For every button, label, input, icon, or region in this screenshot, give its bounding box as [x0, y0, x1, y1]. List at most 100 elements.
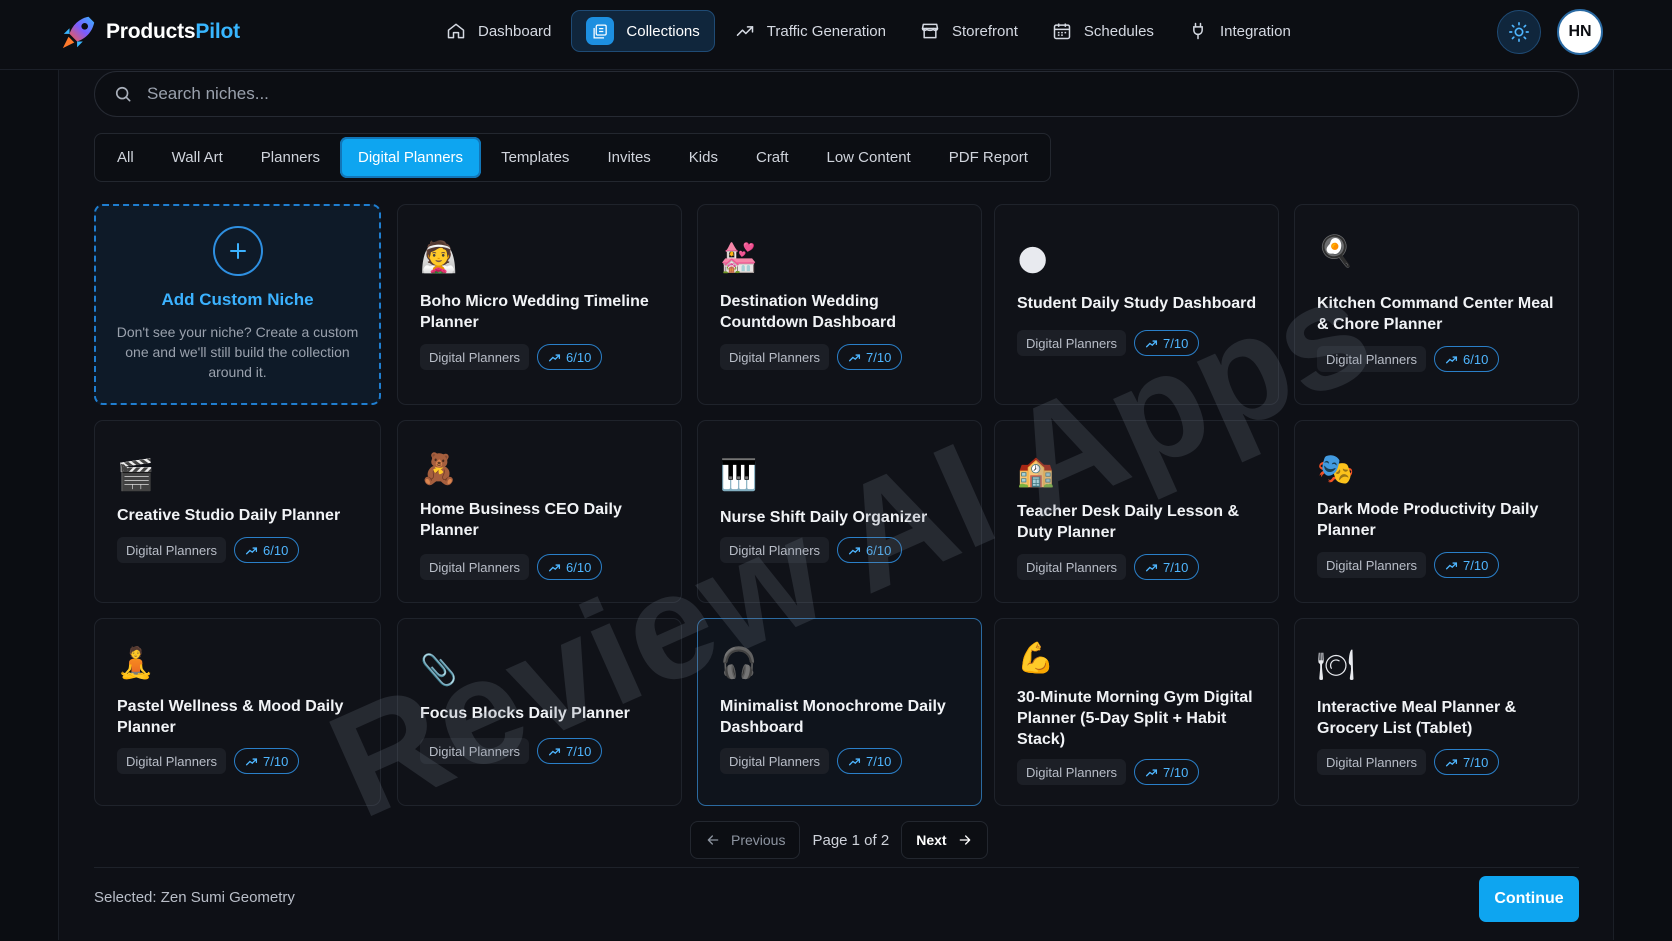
filter-wall-art[interactable]: Wall Art: [154, 137, 241, 178]
trend-up-icon: [849, 757, 861, 765]
niche-category-tag: Digital Planners: [1017, 554, 1127, 580]
niche-card[interactable]: 📎 Focus Blocks Daily Planner Digital Pla…: [397, 618, 682, 806]
niche-card[interactable]: 💪 30-Minute Morning Gym Digital Planner …: [994, 618, 1279, 806]
niche-category-tag: Digital Planners: [117, 537, 227, 563]
next-label: Next: [916, 832, 947, 848]
niche-card[interactable]: 🎬 Creative Studio Daily Planner Digital …: [94, 420, 381, 603]
niche-title: Pastel Wellness & Mood Daily Planner: [117, 698, 344, 736]
niche-card[interactable]: 👰 Boho Micro Wedding Timeline Planner Di…: [397, 204, 682, 405]
niche-card[interactable]: 🏫 Teacher Desk Daily Lesson & Duty Plann…: [994, 420, 1279, 603]
search-icon: [115, 86, 131, 102]
brand[interactable]: ProductsPilot: [60, 10, 240, 54]
selected-niche-text: Selected: Zen Sumi Geometry: [94, 889, 295, 906]
niche-category-tag: Digital Planners: [1017, 759, 1127, 785]
user-avatar[interactable]: HN: [1557, 9, 1603, 55]
niche-category-tag: Digital Planners: [420, 738, 530, 764]
niche-category-tag: Digital Planners: [1317, 346, 1427, 372]
search-bar: [94, 71, 1579, 117]
filter-templates[interactable]: Templates: [483, 137, 587, 178]
filter-kids[interactable]: Kids: [671, 137, 736, 178]
niche-category-tag: Digital Planners: [720, 344, 830, 370]
plug-icon: [1193, 22, 1203, 40]
niche-card[interactable]: 💒 Destination Wedding Countdown Dashboar…: [697, 204, 982, 405]
niche-score-badge: 6/10: [837, 537, 903, 563]
trend-icon: [736, 26, 754, 36]
trend-up-icon: [549, 353, 561, 361]
niche-title: Dark Mode Productivity Daily Planner: [1317, 501, 1539, 539]
trend-up-icon: [849, 353, 861, 361]
niche-score-badge: 6/10: [1434, 346, 1500, 372]
home-icon: [447, 23, 465, 39]
nav-schedules[interactable]: Schedules: [1038, 10, 1168, 52]
niche-title: Nurse Shift Daily Organizer: [720, 509, 928, 526]
headphones-icon: 🎧: [720, 646, 758, 681]
niche-card[interactable]: 🧸 Home Business CEO Daily Planner Digita…: [397, 420, 682, 603]
filter-all[interactable]: All: [99, 137, 152, 178]
frying-pan-icon: 🍳: [1317, 234, 1355, 269]
pagination: Previous Page 1 of 2 Next: [690, 821, 988, 859]
niche-card[interactable]: 🎧 Minimalist Monochrome Daily Dashboard …: [697, 618, 982, 806]
niche-category-tag: Digital Planners: [1017, 330, 1127, 356]
paperclip-icon: 📎: [420, 653, 458, 688]
nav-traffic-generation[interactable]: Traffic Generation: [721, 10, 900, 52]
niche-title: Boho Micro Wedding Timeline Planner: [420, 293, 649, 331]
niche-score-badge: 7/10: [1134, 759, 1200, 785]
store-icon: [921, 23, 939, 39]
theme-toggle-button[interactable]: [1497, 10, 1541, 54]
niche-title: Creative Studio Daily Planner: [117, 507, 341, 524]
niche-score-badge: 7/10: [537, 738, 603, 764]
niche-category-tag: Digital Planners: [420, 344, 530, 370]
category-filter-tabs: All Wall Art Planners Digital Planners T…: [94, 133, 1051, 182]
previous-page-button[interactable]: Previous: [690, 821, 801, 859]
niche-category-tag: Digital Planners: [420, 554, 530, 580]
add-custom-niche-card[interactable]: Add Custom Niche Don't see your niche? C…: [94, 204, 381, 405]
niche-category-tag: Digital Planners: [720, 748, 830, 774]
plus-icon: [212, 226, 263, 276]
filter-planners[interactable]: Planners: [243, 137, 338, 178]
nav-storefront[interactable]: Storefront: [906, 10, 1032, 52]
filter-invites[interactable]: Invites: [589, 137, 668, 178]
flexed-biceps-icon: 💪: [1017, 641, 1055, 676]
nav-dashboard[interactable]: Dashboard: [432, 10, 565, 52]
teddy-bear-icon: 🧸: [420, 452, 458, 487]
niche-card[interactable]: 🌑 Student Daily Study Dashboard Digital …: [994, 204, 1279, 405]
next-page-button[interactable]: Next: [901, 821, 988, 859]
filter-craft[interactable]: Craft: [738, 137, 807, 178]
custom-niche-description: Don't see your niche? Create a custom on…: [116, 324, 359, 380]
previous-label: Previous: [731, 832, 786, 848]
filter-digital-planners[interactable]: Digital Planners: [340, 137, 482, 178]
filter-pdf-report[interactable]: PDF Report: [931, 137, 1046, 178]
niche-card[interactable]: 🎭 Dark Mode Productivity Daily Planner D…: [1294, 420, 1579, 603]
trend-up-icon: [549, 747, 561, 755]
nav-collections[interactable]: Collections: [571, 10, 715, 52]
sun-icon: [1509, 22, 1529, 42]
niche-card[interactable]: 🧘 Pastel Wellness & Mood Daily Planner D…: [94, 618, 381, 806]
niche-score-badge: 6/10: [537, 344, 603, 370]
rocket-logo-icon: [62, 16, 95, 49]
niche-title: Interactive Meal Planner & Grocery List …: [1317, 699, 1517, 737]
niche-card[interactable]: 🍽 Interactive Meal Planner & Grocery Lis…: [1294, 618, 1579, 806]
continue-button[interactable]: Continue: [1479, 876, 1579, 922]
plate-cutlery-icon: 🍽: [1317, 648, 1356, 683]
calendar-icon: [1053, 23, 1071, 40]
school-icon: 🏫: [1017, 454, 1055, 489]
piano-icon: 🎹: [720, 458, 758, 493]
wedding-chapel-icon: 💒: [720, 240, 758, 275]
niche-title: Student Daily Study Dashboard: [1017, 295, 1257, 312]
custom-niche-title: Add Custom Niche: [161, 290, 314, 309]
niche-card[interactable]: 🍳 Kitchen Command Center Meal & Chore Pl…: [1294, 204, 1579, 405]
niche-score-badge: 7/10: [837, 748, 903, 774]
trend-up-icon: [246, 757, 258, 765]
nav-integration[interactable]: Integration: [1174, 10, 1305, 52]
search-input[interactable]: [147, 84, 1527, 104]
niche-score-badge: 7/10: [234, 748, 300, 774]
niche-card[interactable]: 🎹 Nurse Shift Daily Organizer Digital Pl…: [697, 420, 982, 603]
theater-masks-icon: 🎭: [1317, 452, 1355, 487]
trend-up-icon: [1446, 561, 1458, 569]
brand-name-part2: Pilot: [195, 20, 240, 43]
bride-icon: 👰: [420, 240, 458, 275]
moon-icon: 🌑: [1017, 244, 1049, 279]
filter-low-content[interactable]: Low Content: [809, 137, 929, 178]
brand-name-part1: Products: [106, 20, 196, 43]
niche-title: Teacher Desk Daily Lesson & Duty Planner: [1017, 503, 1240, 541]
